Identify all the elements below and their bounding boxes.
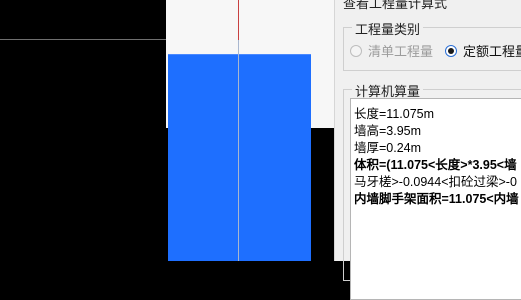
radio-button-icon[interactable]	[445, 44, 457, 57]
radio-button-icon[interactable]	[350, 44, 362, 57]
quantity-type-group: 工程量类别 清单工程量 定额工程量	[343, 19, 521, 71]
formula-line-length: 长度=11.075m	[354, 107, 435, 121]
formula-line-scaffold: 内墙脚手架面积=11.075<内墙	[354, 192, 519, 206]
radio-bill-quantity-label: 清单工程量	[368, 44, 434, 59]
grid-line	[0, 39, 166, 40]
formula-line-volume: 体积=(11.075<长度>*3.95<墙	[354, 158, 517, 172]
formula-line-height: 墙高=3.95m	[354, 124, 422, 138]
radio-quota-quantity[interactable]: 定额工程量	[445, 41, 521, 60]
selected-wall[interactable]	[168, 54, 311, 261]
formula-line-thickness: 墙厚=0.24m	[354, 141, 422, 155]
computed-quantity-group: 计算机算量 长度=11.075m 墙高=3.95m 墙厚=0.24m 体积=(1…	[343, 81, 521, 300]
formula-line-deductions: 马牙槎>-0.0944<扣砼过梁>-0	[354, 175, 517, 189]
radio-quota-quantity-label: 定额工程量	[463, 44, 521, 59]
radio-bill-quantity[interactable]: 清单工程量	[350, 41, 433, 60]
quantity-formula-dialog: 查看工程量计算式 工程量类别 清单工程量 定额工程量 计算机算量 长度=11.0…	[334, 0, 521, 300]
dialog-title: 查看工程量计算式	[343, 0, 448, 11]
quantity-type-legend: 工程量类别	[352, 19, 424, 38]
viewport-dark-strip	[312, 128, 334, 261]
formula-textbox[interactable]: 长度=11.075m 墙高=3.95m 墙厚=0.24m 体积=(11.075<…	[350, 98, 521, 300]
wall-axis-line	[238, 40, 239, 261]
axis-line-red	[238, 0, 239, 40]
cad-viewport[interactable]	[0, 0, 334, 261]
